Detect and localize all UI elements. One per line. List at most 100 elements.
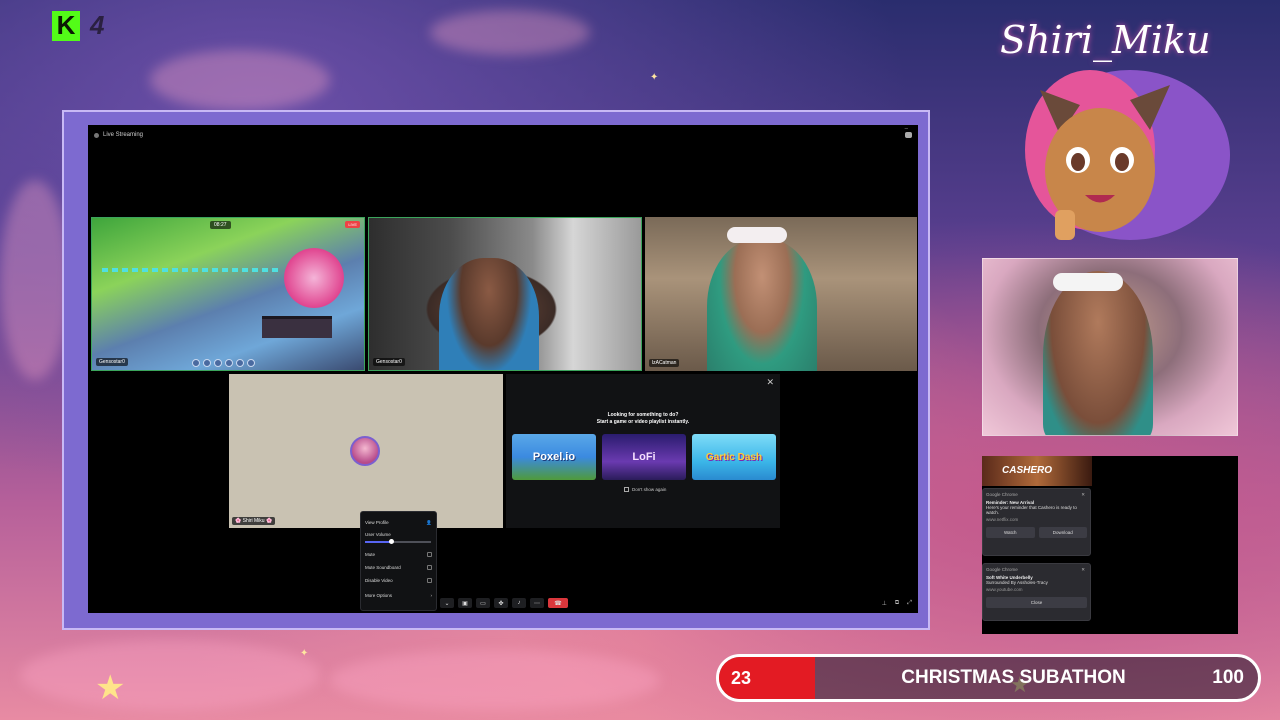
live-badge: LIVE — [345, 221, 360, 228]
background-cloud — [330, 650, 660, 710]
star-icon: ✦ — [650, 72, 659, 83]
activity-cards: Poxel.io LoFi Gartic Dash — [512, 434, 776, 480]
chevron-right-icon: › — [430, 593, 433, 598]
notification-actions: Watch Download — [986, 527, 1087, 538]
game-character — [284, 248, 344, 308]
game-hotbar — [192, 359, 255, 367]
background-cloud — [0, 180, 70, 380]
volume-slider[interactable] — [365, 539, 432, 545]
subathon-goal: 100 — [1212, 667, 1244, 688]
soundboard-icon[interactable]: ♪ — [512, 598, 526, 608]
slider-fill — [365, 541, 392, 543]
video-tile-self[interactable]: 🌸 Shiri Miku 🌸 — [229, 374, 503, 528]
more-icon[interactable]: ⋯ — [530, 598, 544, 608]
activity-card-poxel[interactable]: Poxel.io — [512, 434, 596, 480]
streamer-name: Shiri_Miku — [1000, 18, 1211, 62]
menu-item-more-options[interactable]: More Options › — [365, 589, 432, 602]
menu-item-user-volume: User Volume — [365, 529, 432, 539]
fullscreen-icon[interactable]: ⤢ — [907, 600, 912, 607]
activity-subtitle: Start a game or video playlist instantly… — [596, 419, 690, 425]
kick-logo-icon: K — [52, 10, 80, 41]
chrome-notification[interactable]: Google Chrome ✕ Reminder: New Arrival He… — [982, 488, 1091, 556]
menu-label: More Options — [365, 593, 393, 598]
checkbox[interactable] — [427, 565, 432, 570]
star-icon: ★ — [95, 669, 126, 707]
download-button[interactable]: Download — [1038, 527, 1087, 538]
notification-actions: Close — [986, 597, 1087, 608]
activity-prompt: Looking for something to do? Start a gam… — [506, 412, 780, 426]
game-projectile — [102, 268, 282, 272]
streamer-webcam — [982, 258, 1238, 436]
background-cloud — [430, 10, 590, 55]
pin-icon[interactable]: ⊥ — [882, 600, 887, 607]
popout-icon[interactable]: ⧉ — [895, 600, 899, 607]
webcam-headband — [1053, 273, 1123, 291]
menu-item-disable-video[interactable]: Disable Video — [365, 574, 432, 587]
activity-card-lofi[interactable]: LoFi — [602, 434, 686, 480]
checkbox[interactable] — [427, 552, 432, 557]
chrome-notification[interactable]: Google Chrome ✕ Soft White Underbelly Su… — [982, 563, 1091, 621]
profile-icon: 👤 — [426, 519, 432, 525]
participant-headband — [727, 227, 787, 243]
checkbox[interactable] — [427, 578, 432, 583]
ability-icon — [214, 359, 222, 367]
menu-label: Mute — [365, 552, 376, 557]
user-context-menu: View Profile 👤 User Volume Mute Mute Sou… — [360, 511, 437, 611]
participant-video — [439, 258, 539, 370]
viewer-count: 4 — [90, 10, 105, 40]
notification-panel: CASHERO Google Chrome ✕ Reminder: New Ar… — [982, 456, 1238, 634]
leave-call-button[interactable]: ☎ — [548, 598, 568, 608]
watch-button[interactable]: Watch — [986, 527, 1035, 538]
ability-icon — [192, 359, 200, 367]
camera-icon[interactable]: ▣ — [458, 598, 472, 608]
video-tile-participant[interactable]: Gensostar0 — [368, 217, 642, 371]
discord-title-bar: Live Streaming — [94, 132, 143, 138]
slider-knob[interactable] — [389, 539, 395, 544]
dont-show-again[interactable]: Don't show again — [624, 487, 666, 492]
ability-icon — [247, 359, 255, 367]
close-button[interactable]: Close — [986, 597, 1087, 608]
webcam-person — [1043, 271, 1153, 435]
ability-icon — [236, 359, 244, 367]
tile-username: lzACatman — [649, 359, 680, 367]
channel-icon — [94, 132, 99, 138]
close-icon[interactable]: ✕ — [1081, 492, 1085, 498]
background-cloud — [20, 640, 320, 710]
discord-call-window: Live Streaming – 08:27 LIVE Gensostar0 G… — [88, 125, 918, 613]
activity-launcher-panel: ✕ Looking for something to do? Start a g… — [506, 374, 780, 528]
subathon-count: 23 — [719, 657, 839, 699]
notification-body: Here's your reminder that Cashero is rea… — [986, 505, 1077, 515]
kick-viewer-count: K 4 — [52, 10, 104, 41]
menu-item-mute-soundboard[interactable]: Mute Soundboard — [365, 561, 432, 574]
notification-app: Google Chrome — [986, 567, 1018, 572]
screen-share-icon[interactable]: ▭ — [476, 598, 490, 608]
vtuber-avatar-art — [1025, 70, 1230, 240]
menu-label: Mute Soundboard — [365, 565, 401, 570]
ability-icon — [225, 359, 233, 367]
close-icon[interactable]: ✕ — [1081, 567, 1085, 573]
user-avatar — [350, 436, 380, 466]
activity-card-gartic-dash[interactable]: Gartic Dash — [692, 434, 776, 480]
notification-url: www.netflix.com — [986, 517, 1019, 522]
call-controls: ⌄ ▣ ▭ ✤ ♪ ⋯ ☎ — [440, 598, 568, 608]
star-icon: ✦ — [300, 648, 309, 659]
cashero-banner: CASHERO — [982, 456, 1092, 486]
video-tile-participant[interactable]: lzACatman — [645, 217, 917, 371]
chat-icon[interactable] — [905, 132, 912, 138]
channel-title: Live Streaming — [103, 132, 144, 138]
stream-tile-game[interactable]: 08:27 LIVE Gensostar0 — [91, 217, 365, 371]
view-controls: ⊥ ⧉ ⤢ — [882, 600, 912, 607]
menu-label: User Volume — [365, 531, 391, 537]
notification-url: www.youtube.com — [986, 587, 1023, 592]
subathon-title: CHRISTMAS SUBATHON — [901, 667, 1126, 688]
menu-item-view-profile[interactable]: View Profile 👤 — [365, 516, 432, 529]
activity-icon[interactable]: ✤ — [494, 598, 508, 608]
ability-icon — [203, 359, 211, 367]
chevron-down-icon[interactable]: ⌄ — [440, 598, 454, 608]
checkbox[interactable] — [624, 487, 629, 492]
participant-video — [707, 239, 817, 371]
subathon-goal-bar: 23 CHRISTMAS SUBATHON 100 — [716, 654, 1261, 702]
tile-username: 🌸 Shiri Miku 🌸 — [232, 517, 276, 525]
close-icon[interactable]: ✕ — [766, 377, 774, 388]
menu-item-mute[interactable]: Mute — [365, 548, 432, 561]
